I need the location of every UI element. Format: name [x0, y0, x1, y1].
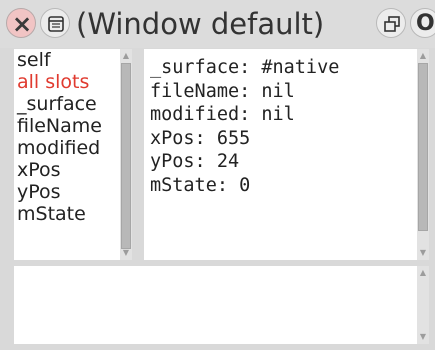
slot-list-scrollbar[interactable]: ▲ ▼ — [120, 49, 132, 260]
window-border — [0, 48, 14, 350]
value-line: yPos: 24 — [150, 151, 240, 172]
scroll-up-icon[interactable]: ▲ — [121, 51, 131, 61]
close-icon: × — [11, 10, 33, 38]
value-line: mState: 0 — [150, 174, 251, 196]
slot-item-surface[interactable]: _surface — [14, 93, 120, 115]
slot-item-all-slots[interactable]: all slots — [14, 71, 120, 93]
menu-icon — [48, 16, 64, 32]
code-input[interactable] — [14, 266, 417, 344]
menu-button[interactable] — [40, 8, 70, 38]
slot-list[interactable]: self all slots _surface fileName modifie… — [14, 49, 120, 260]
vertical-splitter[interactable] — [132, 49, 144, 260]
slot-item-xpos[interactable]: xPos — [14, 159, 120, 181]
value-line: fileName: nil — [150, 80, 295, 102]
collapse-button[interactable] — [376, 8, 406, 38]
scroll-down-icon[interactable]: ▼ — [121, 248, 131, 258]
window-title: (Window default) — [76, 7, 325, 41]
scroll-thumb[interactable] — [121, 63, 131, 249]
slot-item-filename[interactable]: fileName — [14, 115, 120, 137]
scroll-down-icon[interactable]: ▼ — [418, 332, 428, 342]
scroll-down-icon[interactable]: ▼ — [418, 248, 428, 258]
close-button[interactable]: × — [6, 8, 36, 38]
inspector-window: × (Window default) O self all slots _sur… — [0, 0, 435, 350]
value-line: modified: nil — [150, 104, 295, 125]
slot-item-modified[interactable]: modified — [14, 137, 120, 159]
scroll-up-icon[interactable]: ▲ — [418, 51, 428, 61]
title-bar[interactable]: × (Window default) O — [0, 0, 435, 48]
slot-value-pane[interactable]: _surface: #native fileName: nil modified… — [144, 49, 417, 260]
expand-icon: O — [416, 11, 435, 36]
slot-item-ypos[interactable]: yPos — [14, 181, 120, 203]
collapse-icon — [384, 16, 400, 32]
expand-button[interactable]: O — [410, 8, 435, 38]
value-pane-scrollbar[interactable]: ▲ ▼ — [417, 49, 429, 260]
scroll-thumb[interactable] — [418, 63, 428, 231]
value-line: xPos: 655 — [150, 127, 251, 149]
scroll-up-icon[interactable]: ▲ — [418, 268, 428, 278]
slot-item-self[interactable]: self — [14, 49, 120, 71]
slot-item-mstate[interactable]: mState — [14, 203, 120, 225]
value-line: _surface: #native — [150, 57, 340, 78]
code-pane-scrollbar[interactable]: ▲ ▼ — [417, 266, 429, 344]
